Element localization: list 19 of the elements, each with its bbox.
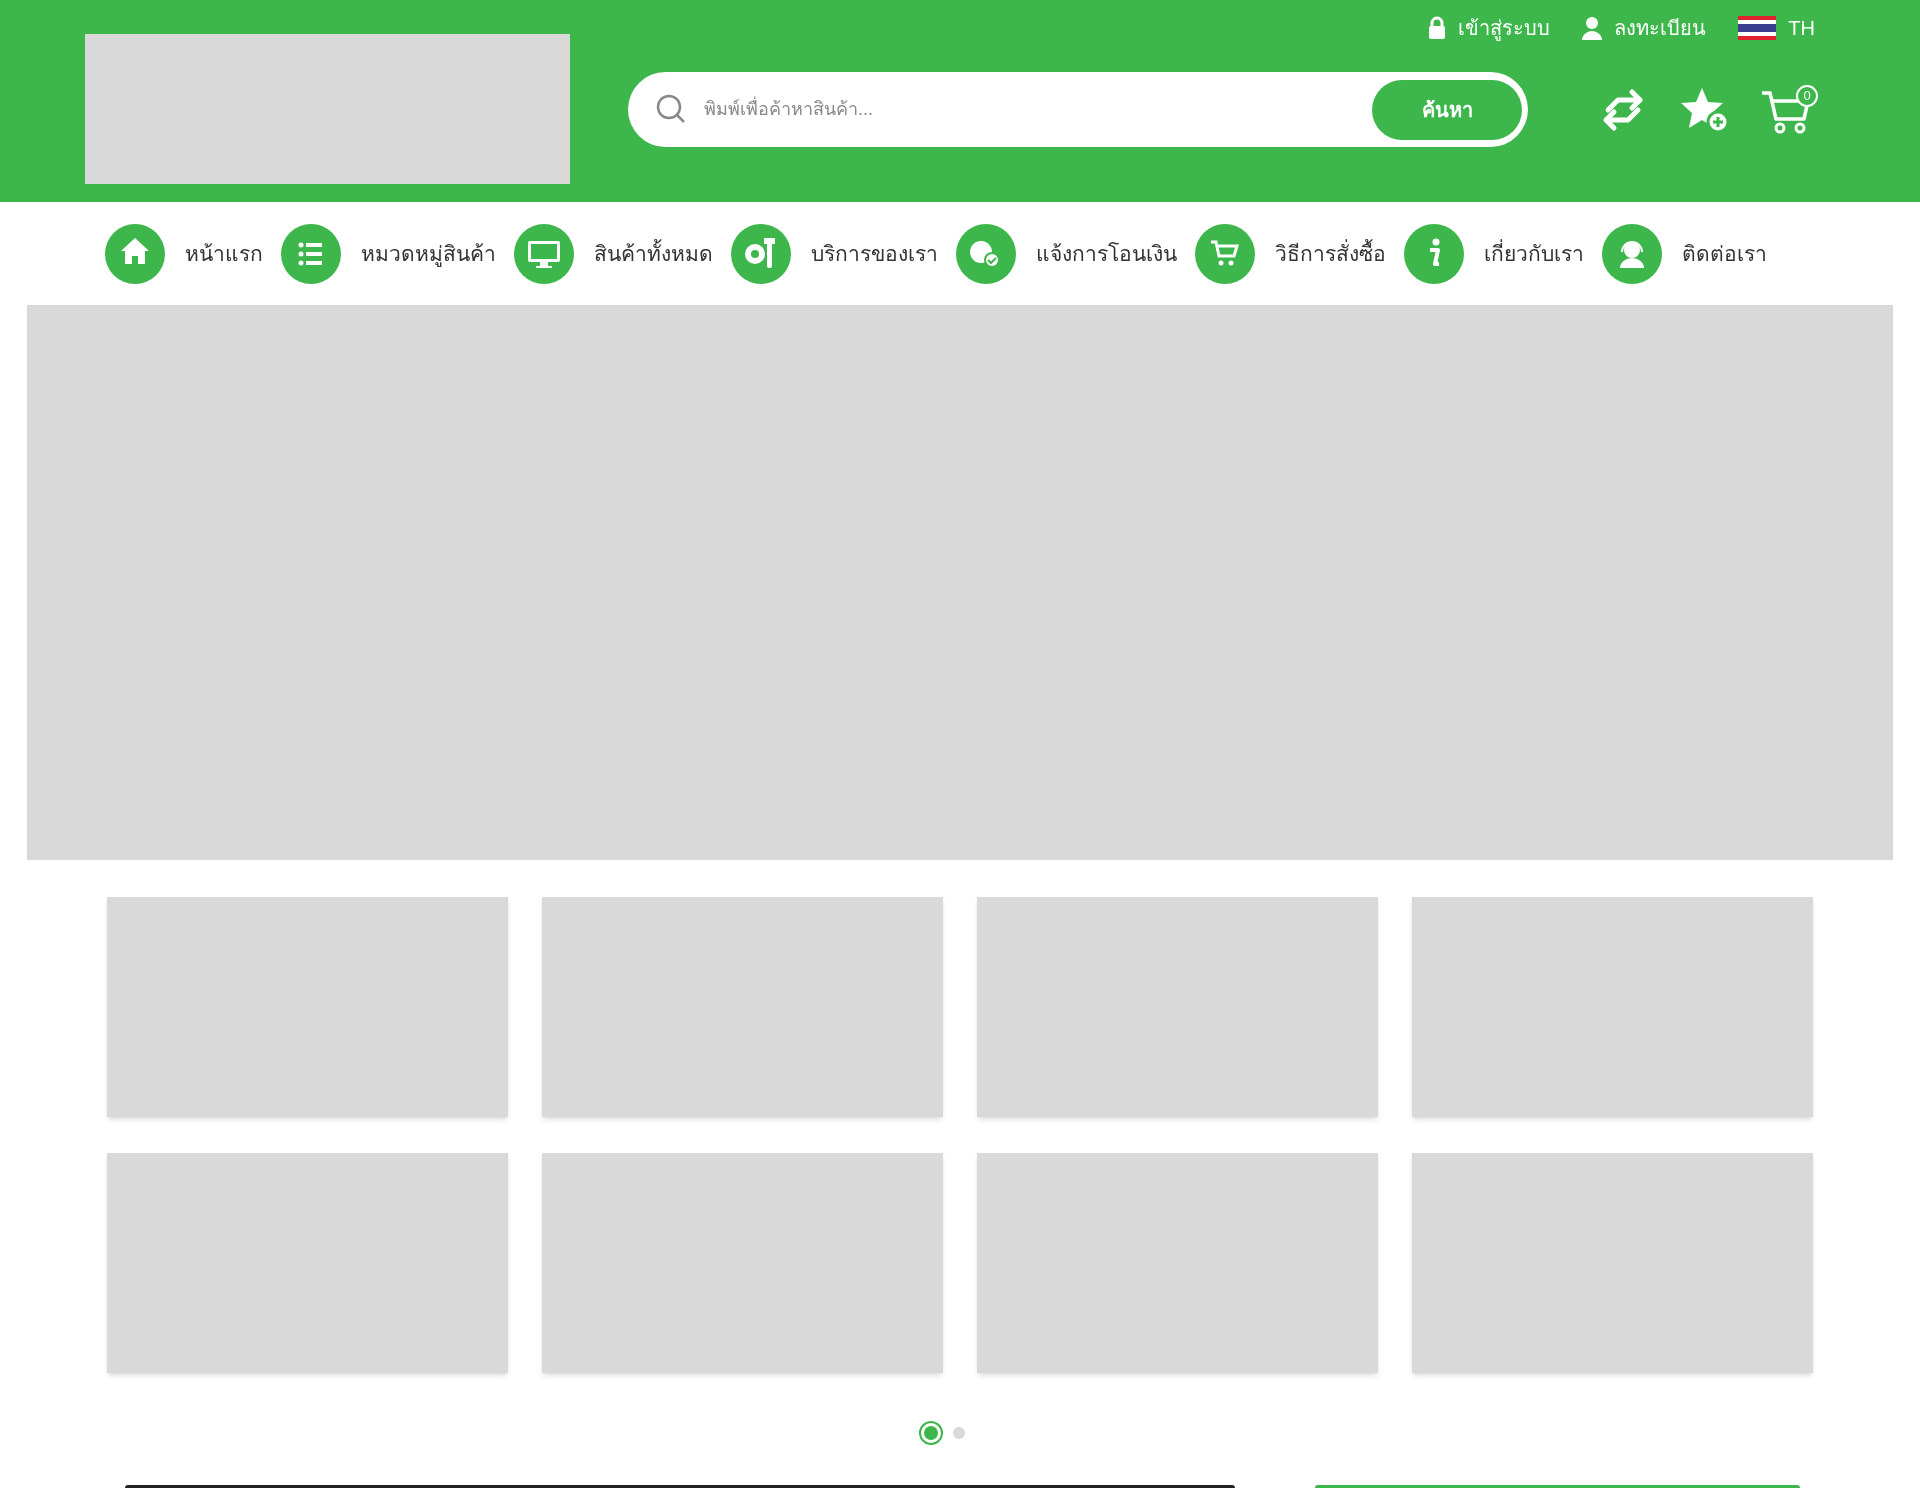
coin-check-icon [956, 223, 1016, 284]
nav-item[interactable]: แจ้งการโอนเงิน [956, 223, 1177, 284]
lock-icon [1428, 16, 1447, 40]
nav-item[interactable]: วิธีการสั่งซื้อ [1195, 223, 1386, 284]
nav-item[interactable]: บริการของเรา [731, 223, 938, 284]
person-icon [1582, 16, 1603, 40]
flag-icon [1738, 16, 1777, 40]
nav-item[interactable]: เกี่ยวกับเรา [1404, 223, 1584, 284]
monitor-icon [514, 223, 574, 284]
nav-item[interactable]: หน้าแรก [105, 223, 263, 284]
nav-item[interactable]: ติดต่อเรา [1602, 223, 1767, 284]
home-icon [105, 223, 165, 284]
list-icon [281, 223, 341, 284]
nav-item[interactable]: สินค้าทั้งหมด [514, 223, 713, 284]
headset-person-icon [1602, 223, 1662, 284]
info-icon [1404, 223, 1464, 284]
nav-item[interactable]: หมวดหมู่สินค้า [281, 223, 496, 284]
cart-count: 0 [1796, 84, 1818, 107]
cart-icon [1195, 223, 1255, 284]
